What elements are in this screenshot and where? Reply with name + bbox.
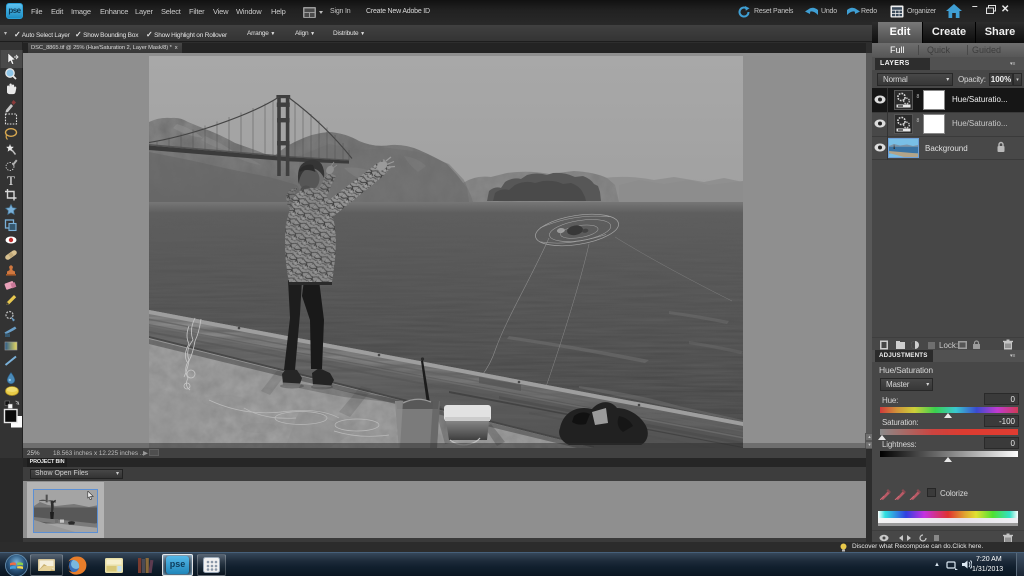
svg-text:T: T (7, 173, 15, 188)
